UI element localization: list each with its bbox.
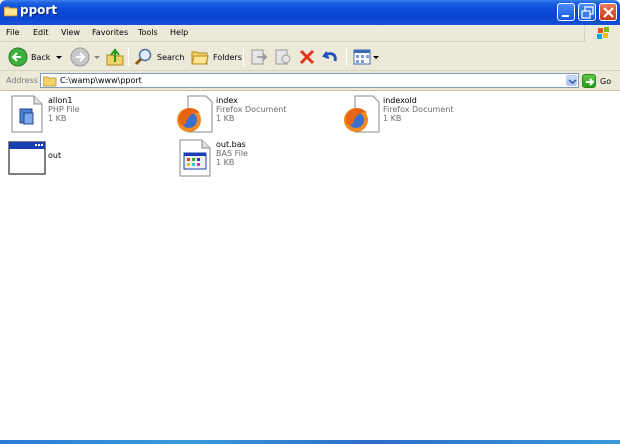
file-size: 1 KB <box>48 114 67 123</box>
file-name: allon1 <box>48 96 73 105</box>
toolbar-separator <box>346 47 347 66</box>
folders-label: Folders <box>213 52 242 62</box>
menu-help[interactable]: Help <box>170 28 188 37</box>
back-arrow-icon <box>8 47 28 67</box>
application-window-icon <box>8 141 46 175</box>
windows-logo <box>584 25 620 42</box>
taskbar-edge <box>0 440 620 444</box>
restore-icon <box>581 6 594 19</box>
undo-button[interactable] <box>321 46 341 68</box>
file-item[interactable]: index Firefox Document 1 KB <box>176 95 336 135</box>
folders-button[interactable]: Folders <box>190 46 242 68</box>
file-item[interactable]: out <box>8 139 168 179</box>
move-to-icon <box>251 49 268 65</box>
move-to-button[interactable] <box>249 46 269 68</box>
up-folder-button[interactable] <box>105 46 125 68</box>
go-arrow-icon <box>582 74 596 88</box>
menu-edit[interactable]: Edit <box>33 28 49 37</box>
delete-x-icon <box>299 49 315 65</box>
menu-favorites[interactable]: Favorites <box>92 28 128 37</box>
chevron-down-icon <box>56 56 63 59</box>
firefox-document-icon <box>344 95 380 133</box>
folder-icon <box>4 6 18 17</box>
menu-bar: File Edit View Favorites Tools Help <box>0 25 620 42</box>
toolbar-separator <box>243 47 244 66</box>
file-name: out.bas <box>216 140 246 149</box>
minimize-icon <box>562 15 569 17</box>
php-file-icon <box>11 95 43 133</box>
title-bar[interactable]: pport <box>0 0 620 25</box>
window-title: pport <box>20 3 58 17</box>
address-bar: Address C:\wamp\www\pport Go <box>0 71 620 91</box>
toolbar-separator <box>128 47 129 66</box>
close-icon <box>603 7 614 18</box>
menu-tools[interactable]: Tools <box>138 28 158 37</box>
minimize-button[interactable] <box>557 3 575 21</box>
up-folder-icon <box>106 48 124 66</box>
chevron-down-icon <box>94 56 100 59</box>
file-list: allon1 PHP File 1 KB index Firefox Docum… <box>0 92 620 440</box>
copy-to-button[interactable] <box>273 46 293 68</box>
forward-arrow-icon <box>70 47 90 67</box>
address-label: Address <box>6 76 38 85</box>
undo-icon <box>322 51 337 62</box>
file-item[interactable]: indexold Firefox Document 1 KB <box>343 95 503 135</box>
go-button[interactable]: Go <box>582 73 618 89</box>
back-label: Back <box>31 52 51 62</box>
menu-view[interactable]: View <box>61 28 80 37</box>
maximize-button[interactable] <box>578 3 596 21</box>
bas-file-icon <box>179 139 211 177</box>
file-type: PHP File <box>48 105 80 114</box>
folders-icon <box>191 51 209 65</box>
windows-flag-icon <box>597 27 609 39</box>
file-item[interactable]: out.bas BAS File 1 KB <box>176 139 336 179</box>
search-label: Search <box>157 52 185 62</box>
address-value: C:\wamp\www\pport <box>60 76 142 85</box>
file-type: Firefox Document <box>216 105 287 114</box>
forward-button[interactable] <box>70 46 102 68</box>
close-button[interactable] <box>599 3 617 21</box>
file-type: Firefox Document <box>383 105 454 114</box>
file-size: 1 KB <box>216 158 235 167</box>
toolbar: Back Search Folders <box>0 42 620 71</box>
copy-to-icon <box>275 49 291 65</box>
go-label: Go <box>600 76 612 86</box>
file-size: 1 KB <box>383 114 402 123</box>
file-name: indexold <box>383 96 417 105</box>
search-icon <box>134 48 152 66</box>
chevron-down-icon <box>373 56 379 59</box>
address-dropdown-button[interactable] <box>566 75 577 86</box>
delete-button[interactable] <box>297 46 317 68</box>
chevron-down-icon <box>568 79 577 85</box>
file-name: out <box>48 151 62 160</box>
views-icon <box>353 49 371 65</box>
file-size: 1 KB <box>216 114 235 123</box>
menu-file[interactable]: File <box>6 28 19 37</box>
folder-icon <box>43 76 57 87</box>
file-item[interactable]: allon1 PHP File 1 KB <box>8 95 168 135</box>
address-input[interactable]: C:\wamp\www\pport <box>40 73 579 88</box>
views-button[interactable] <box>352 46 380 68</box>
file-name: index <box>216 96 238 105</box>
back-button[interactable]: Back <box>8 46 64 68</box>
search-button[interactable]: Search <box>134 46 184 68</box>
file-type: BAS File <box>216 149 248 158</box>
firefox-document-icon <box>177 95 213 133</box>
